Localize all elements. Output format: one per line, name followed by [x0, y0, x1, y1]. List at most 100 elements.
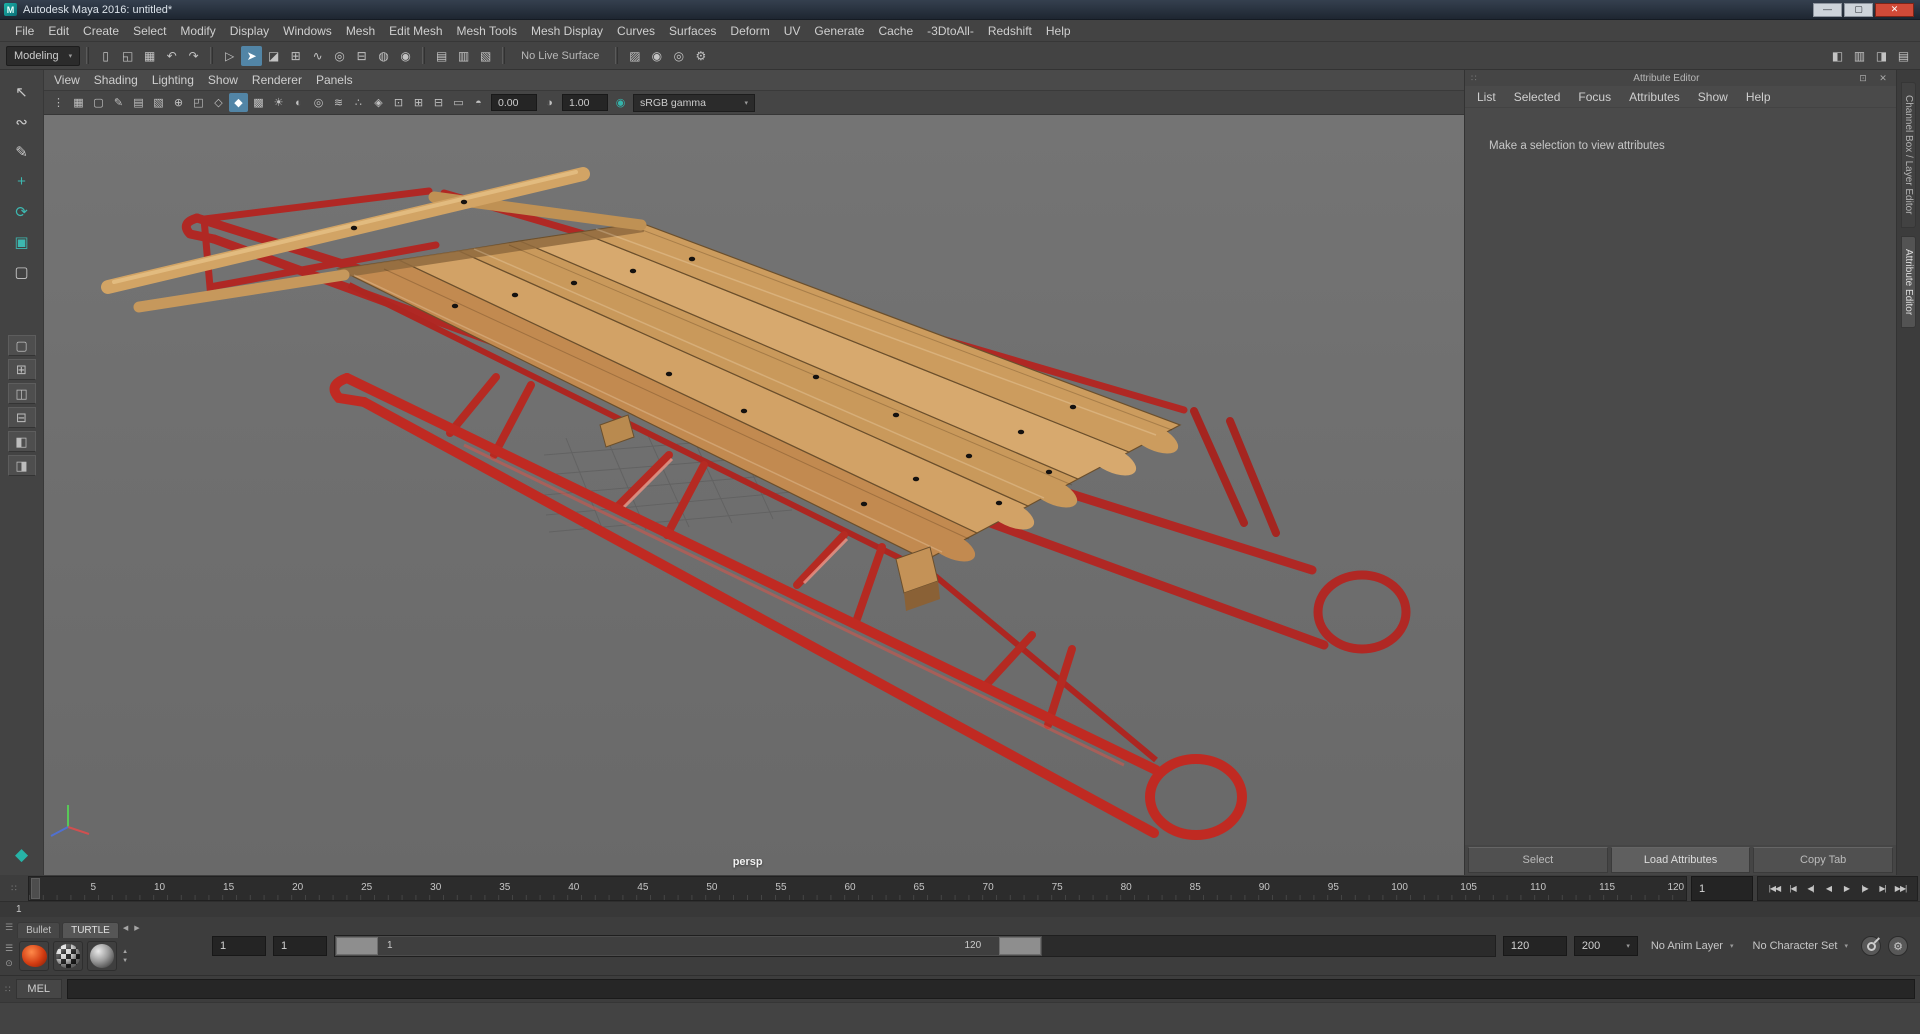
- shelf-tab-turtle[interactable]: TURTLE: [62, 922, 119, 938]
- menu-item[interactable]: -3DtoAll-: [920, 24, 981, 38]
- panel-menu-item[interactable]: Shading: [94, 73, 138, 87]
- menu-item[interactable]: Help: [1039, 24, 1078, 38]
- maximize-button[interactable]: ▢: [1844, 2, 1873, 17]
- pan-zoom-icon[interactable]: ⊕: [169, 93, 188, 112]
- select-tool-icon[interactable]: ↖: [7, 78, 37, 105]
- save-scene-icon[interactable]: ▦: [139, 46, 160, 66]
- attribute-editor-menu-item[interactable]: Focus: [1578, 90, 1611, 104]
- undo-icon[interactable]: ↶: [161, 46, 182, 66]
- panel-menu-item[interactable]: Panels: [316, 73, 353, 87]
- select-object-icon[interactable]: ➤: [241, 45, 263, 66]
- snap-curve-icon[interactable]: ∿: [307, 46, 328, 66]
- render-frame-icon[interactable]: ◉: [646, 46, 667, 66]
- open-scene-icon[interactable]: ◱: [117, 46, 138, 66]
- menu-item[interactable]: Mesh: [339, 24, 382, 38]
- command-line-language-toggle[interactable]: MEL: [15, 979, 62, 999]
- minimize-button[interactable]: —: [1813, 2, 1842, 17]
- textured-mode-icon[interactable]: ▩: [249, 93, 268, 112]
- safe-title-icon[interactable]: ▭: [449, 93, 468, 112]
- highlight-toggle-icon[interactable]: ⊙: [5, 958, 13, 969]
- separator[interactable]: [422, 47, 426, 64]
- camera-lock-icon[interactable]: ▢: [89, 93, 108, 112]
- construction-history-icon[interactable]: ▧: [475, 46, 496, 66]
- separator[interactable]: [210, 47, 214, 64]
- tool-settings-toggle-icon[interactable]: ▥: [1849, 46, 1870, 66]
- anim-end-field[interactable]: 200 ▾: [1573, 936, 1638, 956]
- shadows-icon[interactable]: ◐: [289, 93, 308, 112]
- smooth-shade-icon[interactable]: ◆: [229, 93, 248, 112]
- animation-preferences-icon[interactable]: ⚙: [1888, 936, 1908, 956]
- menu-item[interactable]: Edit Mesh: [382, 24, 449, 38]
- shelf-item-shaded-sphere[interactable]: [87, 941, 118, 971]
- make-live-icon[interactable]: ◉: [395, 46, 416, 66]
- panel-menu-item[interactable]: Lighting: [152, 73, 194, 87]
- snap-point-icon[interactable]: ◎: [329, 46, 350, 66]
- attribute-editor-menu-item[interactable]: List: [1477, 90, 1496, 104]
- auto-keyframe-icon[interactable]: [1861, 936, 1881, 956]
- shelf-next-icon[interactable]: ▶: [132, 924, 141, 932]
- gamma-field[interactable]: 1.00: [562, 94, 608, 111]
- timeline-grip-icon[interactable]: ∷: [0, 876, 28, 901]
- menu-item[interactable]: Mesh Display: [524, 24, 610, 38]
- menu-item[interactable]: Edit: [41, 24, 76, 38]
- float-panel-icon[interactable]: ⊡: [1856, 73, 1870, 84]
- load-attributes-button[interactable]: Load Attributes: [1610, 847, 1751, 873]
- image-plane-icon[interactable]: ▧: [149, 93, 168, 112]
- marquee-tool-icon[interactable]: ▢: [7, 258, 37, 285]
- attribute-editor-menu-item[interactable]: Selected: [1514, 90, 1561, 104]
- shelf-tab-bullet[interactable]: Bullet: [17, 922, 61, 938]
- view-transform-icon[interactable]: ◉: [611, 93, 630, 112]
- channel-box-toggle-icon[interactable]: ▤: [1893, 46, 1914, 66]
- select-hierarchy-icon[interactable]: ▷: [219, 46, 240, 66]
- exposure-field[interactable]: 0.00: [491, 94, 537, 111]
- scale-tool-icon[interactable]: ▣: [7, 228, 37, 255]
- menu-set-selector[interactable]: Modeling ▾: [6, 45, 81, 66]
- sled-model[interactable]: [101, 167, 1411, 840]
- new-scene-icon[interactable]: ▯: [95, 46, 116, 66]
- shelf-scroll-down-icon[interactable]: ▼: [122, 958, 128, 964]
- bookmarks-icon[interactable]: ▤: [129, 93, 148, 112]
- step-forward-key-button[interactable]: ▶|: [1875, 880, 1890, 898]
- render-settings-icon[interactable]: ⚙: [690, 46, 711, 66]
- attribute-editor-menu-item[interactable]: Show: [1698, 90, 1728, 104]
- sidebar-tab-attribute-editor[interactable]: Attribute Editor: [1901, 235, 1916, 328]
- shelf-menu-icon[interactable]: ☰: [5, 943, 13, 954]
- lights-icon[interactable]: ☀: [269, 93, 288, 112]
- current-frame-field[interactable]: 1: [1691, 876, 1753, 901]
- viewport-canvas[interactable]: persp: [44, 115, 1464, 875]
- playback-start-field[interactable]: 1: [273, 936, 327, 956]
- scene-view[interactable]: [44, 115, 1464, 875]
- layout-single-pane-icon[interactable]: ▢: [7, 335, 36, 356]
- current-time-marker[interactable]: [31, 878, 40, 899]
- menu-item[interactable]: Display: [223, 24, 276, 38]
- camera-attributes-icon[interactable]: ✎: [109, 93, 128, 112]
- shelf-prev-icon[interactable]: ◀: [121, 924, 130, 932]
- menu-item[interactable]: Curves: [610, 24, 662, 38]
- close-button[interactable]: ✕: [1875, 2, 1914, 17]
- range-slider[interactable]: 1 120: [334, 935, 1496, 957]
- panel-menu-item[interactable]: Renderer: [252, 73, 302, 87]
- sidebar-tab-channel-box[interactable]: Channel Box / Layer Editor: [1901, 82, 1916, 228]
- play-backward-button[interactable]: ◀: [1821, 880, 1836, 898]
- overscan-icon[interactable]: ◰: [189, 93, 208, 112]
- menu-item[interactable]: Select: [126, 24, 173, 38]
- separator[interactable]: [615, 47, 619, 64]
- menu-item[interactable]: Modify: [173, 24, 222, 38]
- range-slider-bar[interactable]: [335, 936, 1043, 956]
- panel-grip-icon[interactable]: ∷: [1471, 73, 1477, 84]
- occlusion-icon[interactable]: ◎: [309, 93, 328, 112]
- gamma-toggle-icon[interactable]: ◑: [540, 93, 559, 112]
- shelf-scroll-up-icon[interactable]: ▲: [122, 949, 128, 955]
- character-set-selector[interactable]: No Character Set ▾: [1747, 936, 1855, 956]
- lasso-tool-icon[interactable]: ∾: [7, 108, 37, 135]
- select-button[interactable]: Select: [1468, 847, 1608, 873]
- modeling-toolkit-toggle-icon[interactable]: ◧: [1827, 46, 1848, 66]
- move-tool-icon[interactable]: +: [7, 168, 37, 195]
- command-line-input[interactable]: [66, 979, 1915, 999]
- layout-three-pane-icon[interactable]: ◧: [7, 431, 36, 452]
- select-camera-icon[interactable]: ▦: [69, 93, 88, 112]
- view-transform-selector[interactable]: sRGB gamma ▾: [633, 93, 755, 112]
- step-forward-frame-button[interactable]: |▶: [1857, 880, 1872, 898]
- step-back-key-button[interactable]: |◀: [1785, 880, 1800, 898]
- rotate-tool-icon[interactable]: ⟳: [7, 198, 37, 225]
